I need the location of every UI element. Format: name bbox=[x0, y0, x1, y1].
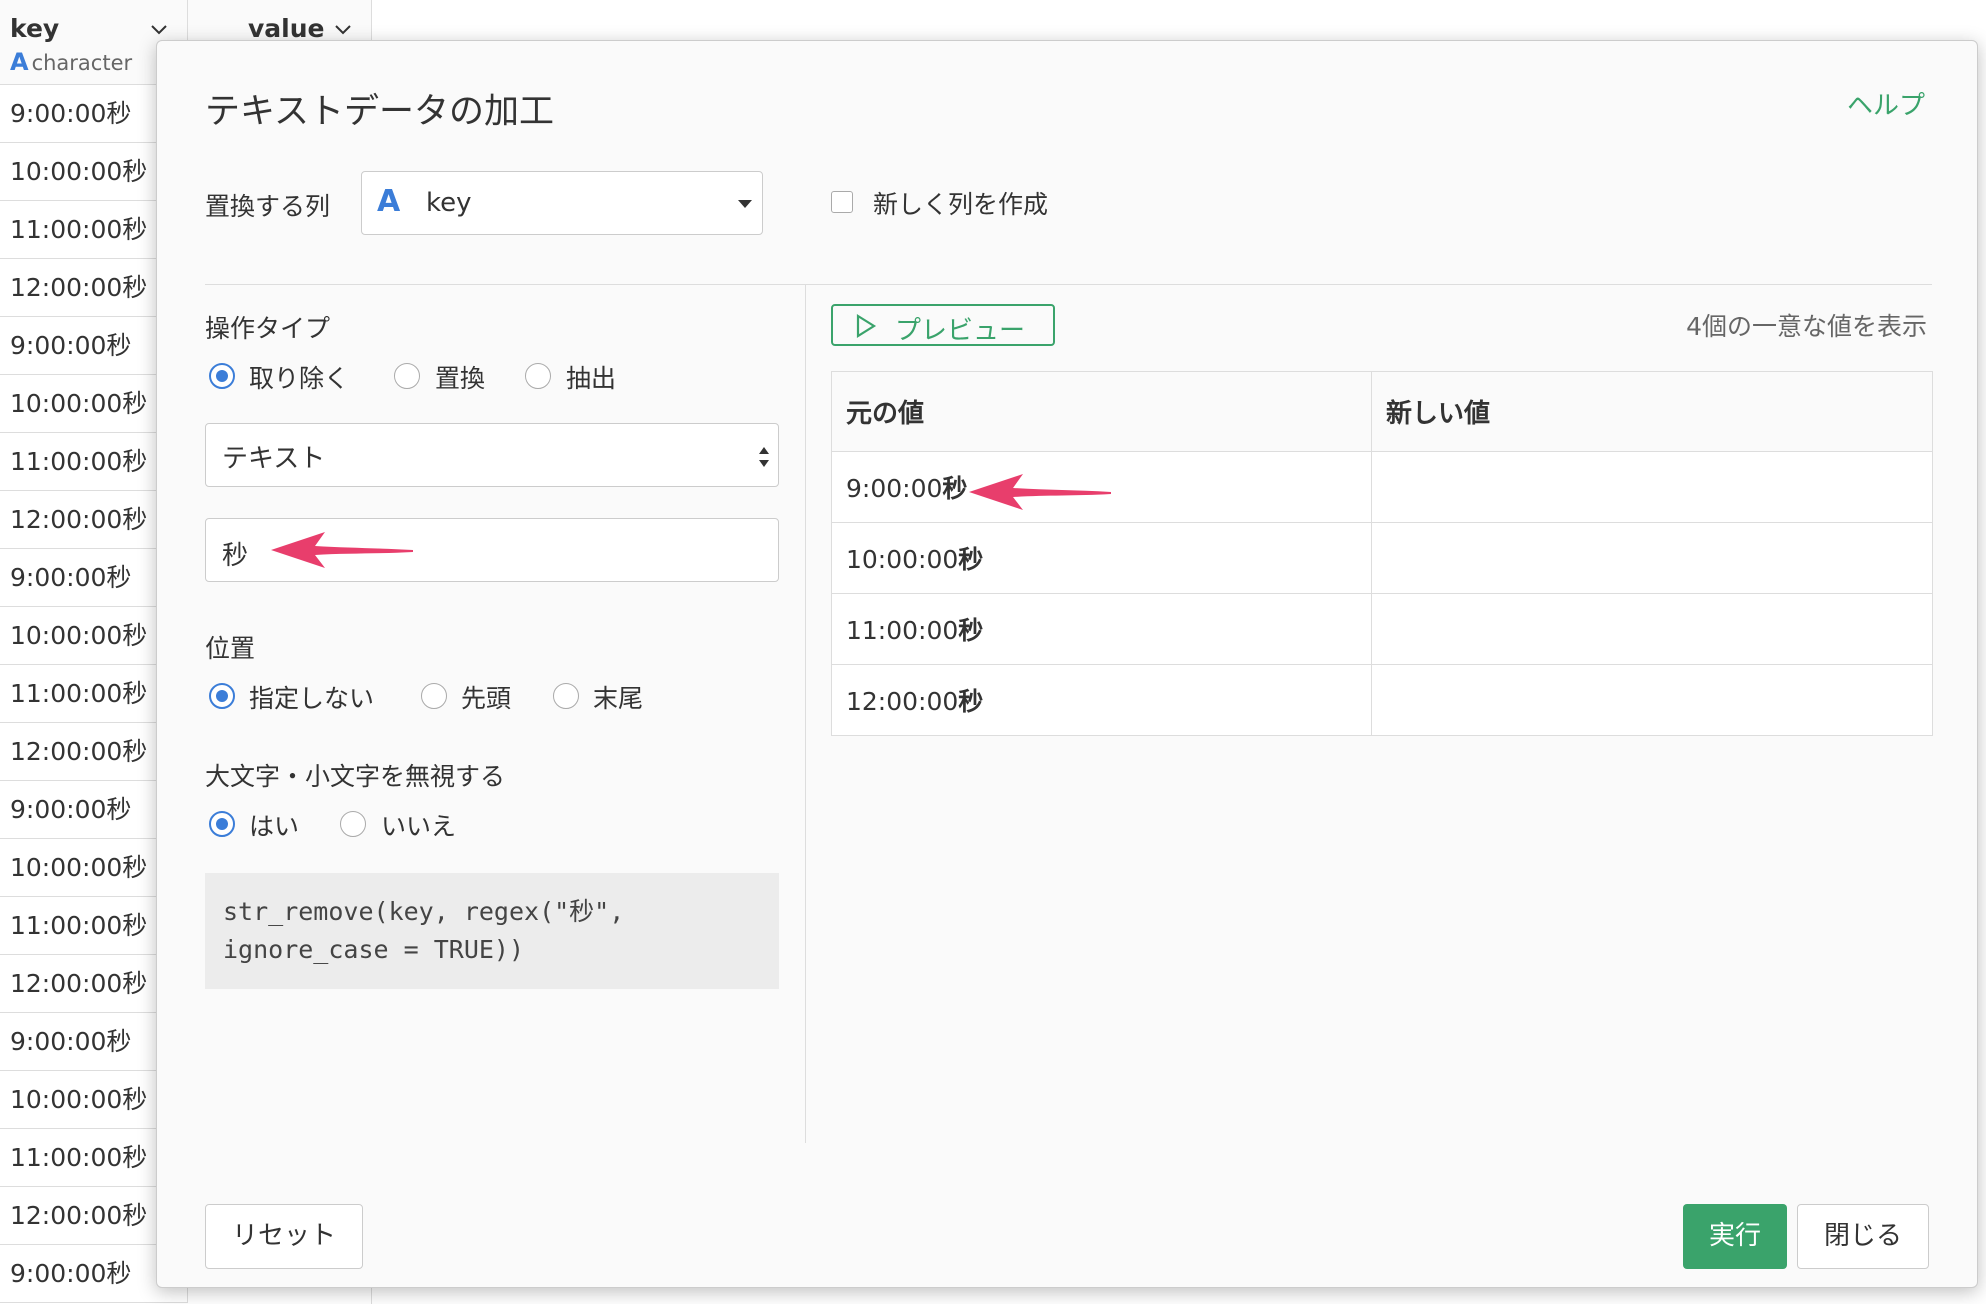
original-value-cell: 12:00:00秒 bbox=[831, 664, 1372, 736]
new-column-label: 新しく列を作成 bbox=[873, 190, 1049, 219]
radio-extract-label: 抽出 bbox=[566, 364, 617, 393]
updown-icon bbox=[759, 447, 769, 467]
character-type-icon: A bbox=[10, 48, 29, 76]
column-header-new: 新しい値 bbox=[1371, 371, 1933, 452]
pattern-input-value: 秒 bbox=[222, 541, 249, 571]
matched-text-highlight: 秒 bbox=[942, 474, 968, 503]
preview-button-label: プレビュー bbox=[895, 316, 1026, 346]
chevron-down-icon[interactable] bbox=[150, 20, 168, 38]
match-type-value: テキスト bbox=[222, 444, 326, 474]
operation-type-label: 操作タイプ bbox=[205, 314, 331, 343]
radio-remove-label: 取り除く bbox=[249, 364, 350, 393]
new-value-cell bbox=[1371, 451, 1933, 523]
generated-code: str_remove(key, regex("秒", ignore_case =… bbox=[205, 873, 779, 989]
original-value-cell: 10:00:00秒 bbox=[831, 522, 1372, 594]
new-value-cell bbox=[1371, 593, 1933, 665]
annotation-arrow bbox=[969, 474, 1111, 510]
matched-text-highlight: 秒 bbox=[958, 687, 984, 716]
radio-position-end[interactable] bbox=[553, 683, 579, 709]
column-select-value: key bbox=[426, 188, 472, 218]
code-line: ignore_case = TRUE)) bbox=[223, 935, 525, 964]
new-value-cell bbox=[1371, 664, 1933, 736]
unique-values-note: 4個の一意な値を表示 bbox=[1686, 312, 1927, 341]
play-icon bbox=[856, 314, 877, 338]
matched-text-highlight: 秒 bbox=[958, 616, 984, 645]
position-label: 位置 bbox=[205, 634, 256, 663]
table-row: 11:00:00秒 bbox=[831, 593, 1933, 665]
column-type: Acharacter bbox=[10, 48, 133, 76]
original-value-text: 9:00:00 bbox=[846, 474, 943, 503]
table-header-row: 元の値 新しい値 bbox=[831, 371, 1933, 452]
reset-button[interactable]: リセット bbox=[205, 1204, 363, 1269]
caret-down-icon bbox=[738, 200, 752, 208]
radio-replace-label: 置換 bbox=[435, 364, 486, 393]
original-value-text: 12:00:00 bbox=[846, 687, 959, 716]
radio-position-none-label: 指定しない bbox=[249, 684, 375, 713]
original-value-text: 10:00:00 bbox=[846, 545, 959, 574]
matched-text-highlight: 秒 bbox=[958, 545, 984, 574]
radio-replace[interactable] bbox=[394, 363, 420, 389]
annotation-arrow bbox=[271, 532, 413, 568]
radio-ignore-case-yes-label: はい bbox=[249, 812, 300, 841]
radio-remove[interactable] bbox=[209, 363, 235, 389]
code-line: str_remove(key, regex("秒", bbox=[223, 897, 625, 926]
text-transform-dialog: テキストデータの加工 ヘルプ 置換する列 A key 新しく列を作成 操作タイプ… bbox=[156, 40, 1978, 1288]
original-value-text: 11:00:00 bbox=[846, 616, 959, 645]
replace-column-label: 置換する列 bbox=[205, 192, 331, 221]
chevron-down-icon[interactable] bbox=[334, 20, 352, 38]
preview-button[interactable]: プレビュー bbox=[831, 304, 1055, 346]
help-link[interactable]: ヘルプ bbox=[1847, 85, 1925, 122]
match-type-select[interactable]: テキスト bbox=[205, 423, 779, 487]
dialog-title: テキストデータの加工 bbox=[205, 92, 554, 132]
radio-ignore-case-no[interactable] bbox=[340, 811, 366, 837]
column-name: key bbox=[10, 14, 60, 43]
column-select[interactable]: A key bbox=[361, 171, 763, 235]
column-header-original: 元の値 bbox=[831, 371, 1372, 452]
new-column-checkbox[interactable] bbox=[831, 191, 853, 213]
radio-extract[interactable] bbox=[525, 363, 551, 389]
original-value-cell: 11:00:00秒 bbox=[831, 593, 1372, 665]
new-value-cell bbox=[1371, 522, 1933, 594]
radio-ignore-case-yes[interactable] bbox=[209, 811, 235, 837]
radio-position-start[interactable] bbox=[421, 683, 447, 709]
ignore-case-label: 大文字・小文字を無視する bbox=[205, 762, 506, 791]
radio-position-end-label: 末尾 bbox=[593, 684, 644, 713]
preview-table: 元の値 新しい値 9:00:00秒 10:00:00秒 11:00:00秒 12:00… bbox=[831, 371, 1933, 736]
run-button[interactable]: 実行 bbox=[1683, 1204, 1787, 1269]
radio-position-none[interactable] bbox=[209, 683, 235, 709]
radio-position-start-label: 先頭 bbox=[461, 684, 512, 713]
divider bbox=[205, 284, 1932, 285]
radio-ignore-case-no-label: いいえ bbox=[381, 812, 457, 841]
table-row: 10:00:00秒 bbox=[831, 522, 1933, 594]
divider bbox=[805, 285, 806, 1143]
character-type-icon: A bbox=[377, 184, 401, 219]
table-row: 12:00:00秒 bbox=[831, 664, 1933, 736]
column-name: value bbox=[248, 14, 325, 43]
close-button[interactable]: 閉じる bbox=[1797, 1204, 1929, 1269]
